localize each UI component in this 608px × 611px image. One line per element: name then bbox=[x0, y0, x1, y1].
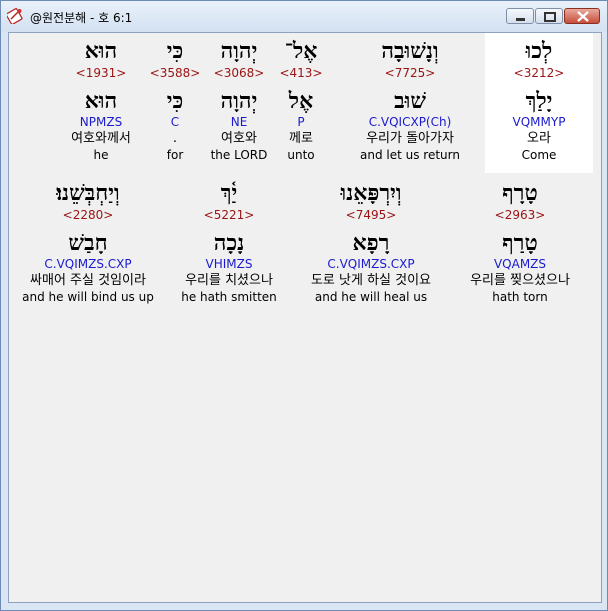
morphology-code[interactable]: C.VQIMZS.CXP bbox=[295, 257, 447, 272]
korean-gloss: 우리를 치셨으나 bbox=[185, 273, 273, 288]
english-gloss: for bbox=[166, 148, 184, 162]
morphology-code[interactable]: NPMZS bbox=[55, 115, 147, 130]
morphology-code[interactable]: VQMMYP bbox=[485, 115, 593, 130]
word-column-taraf[interactable]: טָרָף <2963> טָרַף VQAMZS 우리를 찢으셨으나 hath… bbox=[455, 175, 585, 305]
close-icon bbox=[577, 11, 589, 22]
english-gloss: and he will heal us bbox=[314, 290, 428, 304]
hebrew-word: הוּא bbox=[84, 38, 118, 64]
korean-gloss: 우리를 찢으셨으나 bbox=[470, 273, 570, 288]
analysis-panel: לְכוּ <3212> יָלַךְ VQMMYP 오라 Come וְנָש… bbox=[8, 32, 602, 603]
word-column-veyachbeshenu[interactable]: וְיַחְבְּשֵׁנוּ׃ <2280> חָבַשׁ C.VQIMZS.… bbox=[13, 175, 163, 305]
morphology-code[interactable]: NE bbox=[203, 115, 275, 130]
hebrew-root: הוּא bbox=[84, 88, 118, 114]
strong-number[interactable]: <1931> bbox=[55, 65, 147, 81]
strong-number[interactable]: <5221> bbox=[171, 207, 287, 223]
word-column-venashuvah[interactable]: וְנָשׁוּבָה <7725> שׁוּב C.VQICXP(Ch) 우리… bbox=[347, 33, 473, 163]
hebrew-word: וְיִרְפָּאֵנוּ bbox=[340, 180, 402, 206]
strong-number[interactable]: <2963> bbox=[455, 207, 585, 223]
hebrew-root: טָרַף bbox=[502, 230, 538, 256]
hebrew-root: נָכָה bbox=[213, 230, 245, 256]
strong-number[interactable]: <3212> bbox=[485, 65, 593, 81]
hebrew-word: וְיַחְבְּשֵׁנוּ׃ bbox=[56, 180, 120, 206]
hebrew-word: כִּי bbox=[166, 38, 184, 64]
english-gloss: and let us return bbox=[360, 148, 460, 162]
strong-number[interactable]: <3588> bbox=[149, 65, 201, 81]
morphology-code[interactable]: VHIMZS bbox=[171, 257, 287, 272]
word-column-veyirpaenu[interactable]: וְיִרְפָּאֵנוּ <7495> רָפָא C.VQIMZS.CXP… bbox=[295, 175, 447, 305]
hebrew-root: שׁוּב bbox=[394, 88, 426, 114]
word-column-yhwh[interactable]: יְהוָה <3068> יְהוָה NE 여호와 the LORD bbox=[203, 33, 275, 163]
korean-gloss: 께로 bbox=[289, 131, 313, 146]
word-column-el[interactable]: אֶל־ <413> אֶל P 께로 unto bbox=[271, 33, 331, 163]
maximize-icon bbox=[544, 12, 556, 22]
morphology-code[interactable]: C bbox=[149, 115, 201, 130]
hebrew-word: טָרָף bbox=[502, 180, 538, 206]
english-gloss: the LORD bbox=[210, 148, 268, 162]
hebrew-root: אֶל bbox=[288, 88, 314, 114]
word-column-ki[interactable]: כִּי <3588> כִּי C . for bbox=[149, 33, 201, 163]
hebrew-root: יָלַךְ bbox=[525, 88, 553, 114]
window-title: @원전분해 - 호 6:1 bbox=[30, 11, 133, 25]
hebrew-word: יַ֫ךְ bbox=[220, 180, 238, 206]
title-bar[interactable]: @원전분해 - 호 6:1 bbox=[1, 1, 607, 32]
hebrew-word: יְהוָה bbox=[220, 38, 258, 64]
english-gloss: and he will bind us up bbox=[22, 290, 154, 304]
korean-gloss: 오라 bbox=[527, 131, 551, 146]
korean-gloss: 도로 낫게 하실 것이요 bbox=[310, 273, 432, 288]
korean-gloss: 우리가 돌아가자 bbox=[366, 131, 454, 146]
morphology-code[interactable]: C.VQICXP(Ch) bbox=[347, 115, 473, 130]
english-gloss: he bbox=[93, 148, 109, 162]
korean-gloss: . bbox=[172, 131, 178, 146]
strong-number[interactable]: <3068> bbox=[203, 65, 275, 81]
close-button[interactable] bbox=[564, 8, 600, 24]
bible-app-icon[interactable] bbox=[7, 7, 24, 24]
strong-number[interactable]: <7495> bbox=[295, 207, 447, 223]
korean-gloss: 여호와 bbox=[221, 131, 257, 146]
hebrew-word: אֶל־ bbox=[284, 38, 318, 64]
morphology-code[interactable]: C.VQIMZS.CXP bbox=[13, 257, 163, 272]
strong-number[interactable]: <2280> bbox=[13, 207, 163, 223]
korean-gloss: 여호와께서 bbox=[71, 131, 131, 146]
word-column-hu[interactable]: הוּא <1931> הוּא NPMZS 여호와께서 he bbox=[55, 33, 147, 163]
word-column-yakh[interactable]: יַ֫ךְ <5221> נָכָה VHIMZS 우리를 치셨으나 he ha… bbox=[171, 175, 287, 305]
strong-number[interactable]: <413> bbox=[271, 65, 331, 81]
hebrew-root: כִּי bbox=[166, 88, 184, 114]
english-gloss: unto bbox=[287, 148, 315, 162]
hebrew-word: לְכוּ bbox=[525, 38, 553, 64]
morphology-code[interactable]: VQAMZS bbox=[455, 257, 585, 272]
korean-gloss: 싸매어 주실 것임이라 bbox=[30, 273, 146, 288]
morphology-code[interactable]: P bbox=[271, 115, 331, 130]
english-gloss: Come bbox=[521, 148, 557, 162]
maximize-button[interactable] bbox=[535, 8, 563, 24]
minimize-button[interactable] bbox=[506, 8, 534, 24]
hebrew-root: חָבַשׁ bbox=[68, 230, 108, 256]
app-window: @원전분해 - 호 6:1 לְכוּ <3212> יָלַךְ VQMMYP… bbox=[0, 0, 608, 611]
hebrew-root: יְהוָה bbox=[220, 88, 258, 114]
hebrew-root: רָפָא bbox=[352, 230, 390, 256]
strong-number[interactable]: <7725> bbox=[347, 65, 473, 81]
word-column-lekhu[interactable]: לְכוּ <3212> יָלַךְ VQMMYP 오라 Come bbox=[485, 33, 593, 173]
english-gloss: he hath smitten bbox=[181, 290, 277, 304]
hebrew-word: וְנָשׁוּבָה bbox=[381, 38, 439, 64]
minimize-icon bbox=[516, 18, 525, 21]
english-gloss: hath torn bbox=[492, 290, 548, 304]
